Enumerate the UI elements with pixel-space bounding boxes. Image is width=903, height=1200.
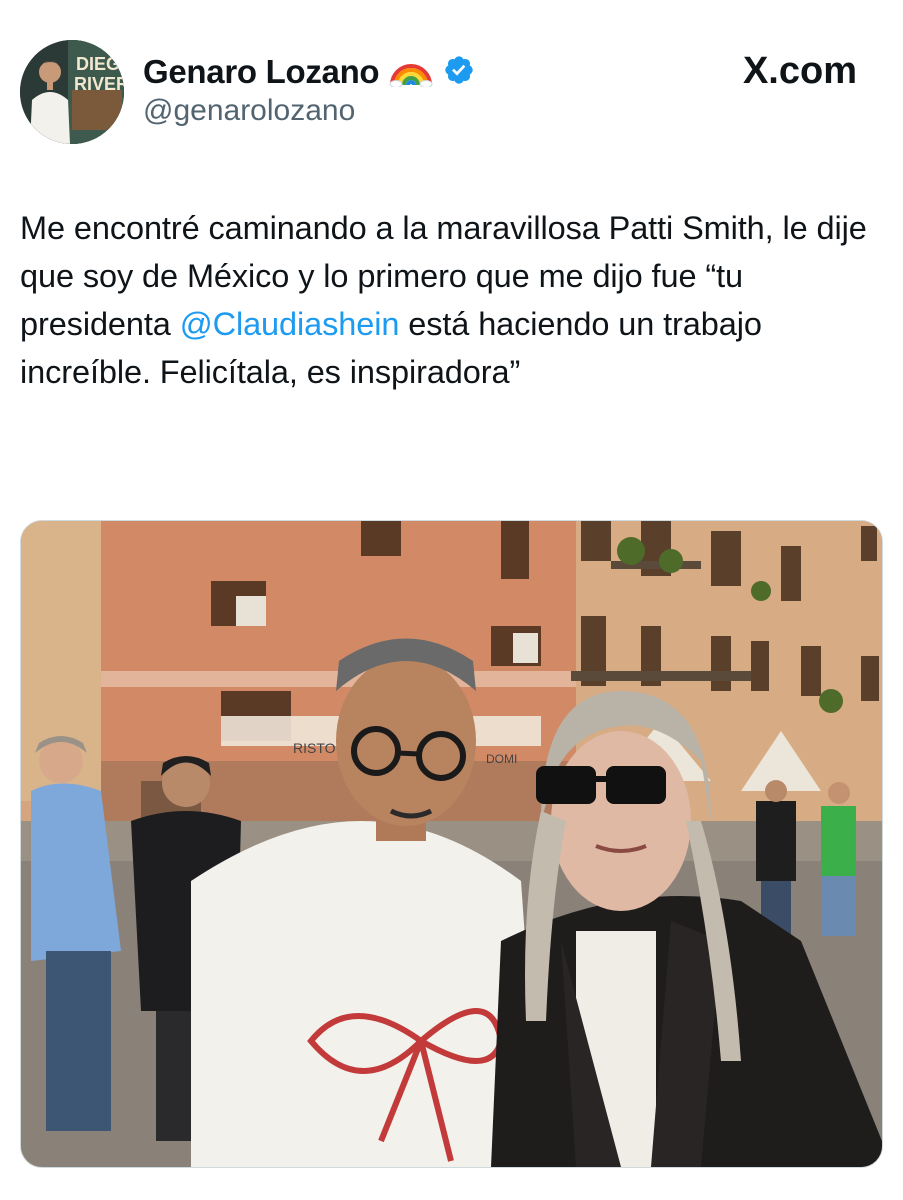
avatar-poster-text-2: RIVERA [74, 74, 124, 94]
avatar[interactable]: DIEGO RIVERA [20, 40, 124, 144]
rainbow-icon [389, 53, 433, 92]
tweet-text: Me encontré caminando a la maravillosa P… [20, 204, 886, 396]
storefront-sign-1: RISTO [293, 740, 336, 756]
x-logo-text: X.com [742, 50, 857, 92]
verified-badge-icon[interactable] [443, 54, 475, 91]
avatar-poster-text-1: DIEGO [76, 54, 124, 74]
user-handle[interactable]: @genarolozano [143, 94, 355, 128]
storefront-sign-2: DOMI [486, 752, 517, 766]
display-name-text[interactable]: Genaro Lozano [143, 53, 380, 91]
site-label: X.com [743, 50, 857, 93]
tweet-photo[interactable]: RISTO DOMI [20, 520, 883, 1168]
display-name[interactable]: Genaro Lozano [143, 50, 475, 94]
mention-link[interactable]: @Claudiashein [180, 306, 400, 342]
